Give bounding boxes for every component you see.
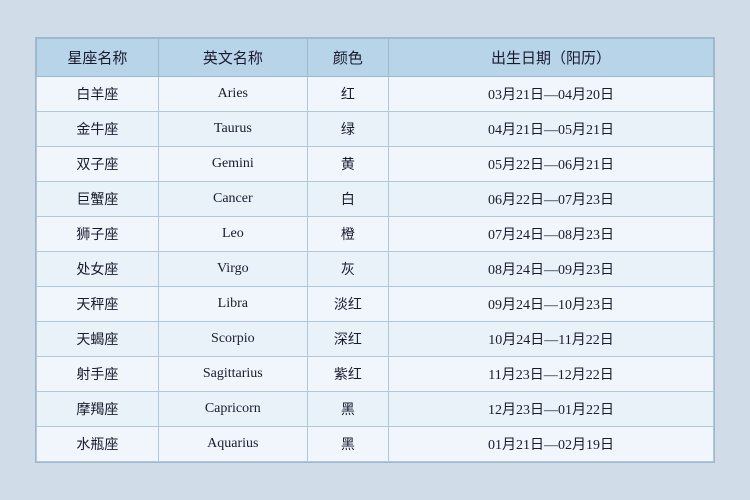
- cell-chinese: 白羊座: [37, 77, 159, 112]
- cell-english: Aquarius: [158, 427, 307, 462]
- table-body: 白羊座Aries红03月21日—04月20日金牛座Taurus绿04月21日—0…: [37, 77, 714, 462]
- table-row: 处女座Virgo灰08月24日—09月23日: [37, 252, 714, 287]
- table-row: 双子座Gemini黄05月22日—06月21日: [37, 147, 714, 182]
- cell-color: 绿: [307, 112, 388, 147]
- cell-color: 黄: [307, 147, 388, 182]
- header-chinese: 星座名称: [37, 39, 159, 77]
- header-date: 出生日期（阳历）: [389, 39, 714, 77]
- table-row: 射手座Sagittarius紫红11月23日—12月22日: [37, 357, 714, 392]
- table-row: 水瓶座Aquarius黑01月21日—02月19日: [37, 427, 714, 462]
- table-row: 天蝎座Scorpio深红10月24日—11月22日: [37, 322, 714, 357]
- cell-english: Libra: [158, 287, 307, 322]
- cell-english: Virgo: [158, 252, 307, 287]
- cell-color: 橙: [307, 217, 388, 252]
- cell-chinese: 摩羯座: [37, 392, 159, 427]
- cell-date: 09月24日—10月23日: [389, 287, 714, 322]
- table-row: 狮子座Leo橙07月24日—08月23日: [37, 217, 714, 252]
- cell-english: Sagittarius: [158, 357, 307, 392]
- zodiac-table: 星座名称 英文名称 颜色 出生日期（阳历） 白羊座Aries红03月21日—04…: [36, 38, 714, 462]
- cell-chinese: 双子座: [37, 147, 159, 182]
- cell-date: 03月21日—04月20日: [389, 77, 714, 112]
- cell-english: Leo: [158, 217, 307, 252]
- cell-chinese: 射手座: [37, 357, 159, 392]
- cell-english: Taurus: [158, 112, 307, 147]
- cell-color: 紫红: [307, 357, 388, 392]
- cell-english: Scorpio: [158, 322, 307, 357]
- cell-date: 07月24日—08月23日: [389, 217, 714, 252]
- table-header-row: 星座名称 英文名称 颜色 出生日期（阳历）: [37, 39, 714, 77]
- cell-color: 黑: [307, 427, 388, 462]
- cell-chinese: 水瓶座: [37, 427, 159, 462]
- cell-color: 白: [307, 182, 388, 217]
- cell-english: Cancer: [158, 182, 307, 217]
- table-row: 白羊座Aries红03月21日—04月20日: [37, 77, 714, 112]
- cell-color: 灰: [307, 252, 388, 287]
- cell-chinese: 狮子座: [37, 217, 159, 252]
- cell-chinese: 天蝎座: [37, 322, 159, 357]
- cell-chinese: 天秤座: [37, 287, 159, 322]
- cell-english: Aries: [158, 77, 307, 112]
- table-row: 金牛座Taurus绿04月21日—05月21日: [37, 112, 714, 147]
- cell-chinese: 金牛座: [37, 112, 159, 147]
- cell-chinese: 巨蟹座: [37, 182, 159, 217]
- cell-color: 深红: [307, 322, 388, 357]
- cell-date: 12月23日—01月22日: [389, 392, 714, 427]
- table-row: 摩羯座Capricorn黑12月23日—01月22日: [37, 392, 714, 427]
- table-row: 巨蟹座Cancer白06月22日—07月23日: [37, 182, 714, 217]
- cell-date: 01月21日—02月19日: [389, 427, 714, 462]
- cell-color: 淡红: [307, 287, 388, 322]
- table-row: 天秤座Libra淡红09月24日—10月23日: [37, 287, 714, 322]
- cell-date: 11月23日—12月22日: [389, 357, 714, 392]
- cell-english: Capricorn: [158, 392, 307, 427]
- cell-date: 04月21日—05月21日: [389, 112, 714, 147]
- cell-color: 红: [307, 77, 388, 112]
- cell-date: 05月22日—06月21日: [389, 147, 714, 182]
- cell-date: 08月24日—09月23日: [389, 252, 714, 287]
- zodiac-table-container: 星座名称 英文名称 颜色 出生日期（阳历） 白羊座Aries红03月21日—04…: [35, 37, 715, 463]
- header-english: 英文名称: [158, 39, 307, 77]
- cell-chinese: 处女座: [37, 252, 159, 287]
- cell-color: 黑: [307, 392, 388, 427]
- cell-date: 10月24日—11月22日: [389, 322, 714, 357]
- cell-date: 06月22日—07月23日: [389, 182, 714, 217]
- header-color: 颜色: [307, 39, 388, 77]
- cell-english: Gemini: [158, 147, 307, 182]
